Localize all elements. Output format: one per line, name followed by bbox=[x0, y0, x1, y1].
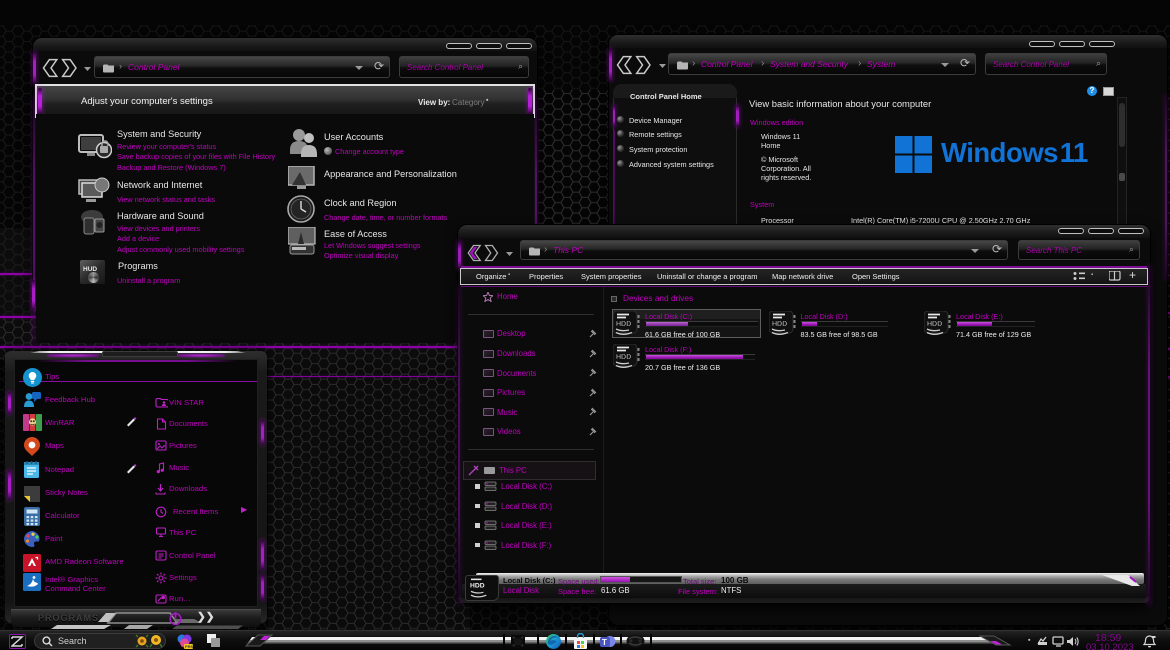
svg-text:HDD: HDD bbox=[616, 354, 631, 361]
svg-text:T: T bbox=[602, 638, 607, 647]
svg-text:HDD: HDD bbox=[927, 321, 942, 328]
svg-text:PRS: PRS bbox=[185, 644, 193, 649]
svg-text:HDD: HDD bbox=[470, 583, 485, 590]
svg-text:HDD: HDD bbox=[772, 321, 787, 328]
svg-text:HDD: HDD bbox=[616, 321, 631, 328]
